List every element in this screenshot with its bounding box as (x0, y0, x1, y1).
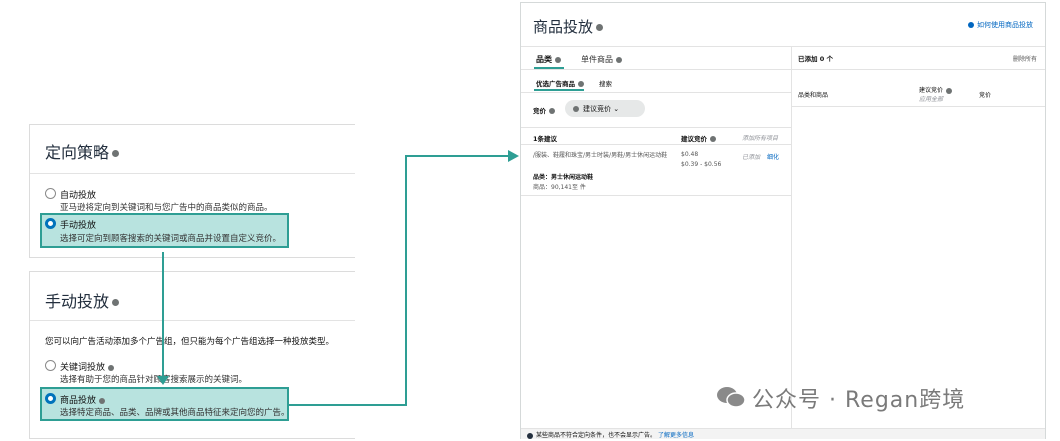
auto-targeting-radio[interactable] (45, 188, 56, 199)
connector-line-horizontal (289, 404, 406, 406)
suggestion-path: /服装、鞋履和珠宝/男士时装/男鞋/男士休闲运动鞋 (533, 152, 668, 159)
info-icon[interactable] (112, 150, 120, 157)
manual-targeting-intro: 您可以向广告活动添加多个广告组，但只能为每个广告组选择一种投放类型。 (45, 337, 335, 347)
manual-targeting-radio[interactable] (45, 218, 56, 229)
panel-title: 定向策略 (45, 139, 120, 163)
footer-bar: 某些商品不符合定向条件，也不会显示广告。 了解更多信息 (521, 428, 1045, 439)
connector-line-up (405, 155, 407, 406)
apply-all-link[interactable]: 应用全部 (919, 94, 943, 103)
add-all-button[interactable]: 添加所有项目 (742, 133, 778, 142)
connector-line-right (405, 155, 510, 157)
subtab-search[interactable]: 搜索 (599, 78, 612, 88)
suggested-bid-range: $0.39 - $0.56 (681, 161, 722, 168)
manual-targeting-panel: 手动投放 您可以向广告活动添加多个广告组，但只能为每个广告组选择一种投放类型。 … (29, 271, 355, 439)
targeting-strategy-title: 定向策略 (45, 143, 110, 162)
keyword-targeting-radio[interactable] (45, 360, 56, 371)
help-link[interactable]: 如何使用商品投放 (968, 20, 1033, 30)
product-targeting-window: 商品投放 如何使用商品投放 品类 单件商品 优选广告商品 搜索 竞价 建议竞价 … (520, 2, 1046, 439)
bid-select[interactable]: 建议竞价 ⌄ (565, 100, 645, 117)
divider (30, 320, 355, 321)
suggestion-products: 商品：90,141至 件 (533, 184, 586, 191)
manual-targeting-title: 手动投放 (45, 292, 110, 311)
header-divider (521, 46, 1045, 47)
footer-note: 某些商品不符合定向条件，也不会显示广告。 了解更多信息 (527, 430, 694, 439)
added-header-divider (791, 69, 1045, 70)
connector-line-vertical (162, 252, 164, 380)
divider (30, 173, 355, 174)
bid-divider (521, 127, 791, 128)
keyword-targeting-label: 关键词投放 (60, 360, 115, 373)
subtabs-divider (521, 92, 791, 93)
manual-targeting-label: 手动投放 (60, 221, 97, 231)
tab-category[interactable]: 品类 (536, 54, 561, 65)
column-divider (791, 46, 792, 428)
watermark-text: 公众号 · Regan跨境 (752, 388, 966, 413)
refine-link[interactable]: 细化 (767, 152, 779, 161)
product-targeting-desc: 选择特定商品、品类、品牌或其他商品特征来定向您的广告。 (60, 408, 290, 418)
auto-targeting-label: 自动投放 (60, 191, 97, 201)
arrow-right-icon (508, 150, 519, 162)
tab-individual-products[interactable]: 单件商品 (581, 54, 622, 65)
suggestion-count: 1条建议 (533, 135, 558, 143)
suggestion-category: 品类：男士休闲运动鞋 (533, 174, 594, 181)
added-count: 已添加 0 个 (798, 55, 834, 63)
suggested-bid-value: $0.48 (681, 151, 699, 158)
tabs-divider (521, 69, 791, 70)
keyword-targeting-desc: 选择有助于您的商品针对顾客搜索展示的关键词。 (60, 375, 248, 385)
remove-all-button[interactable]: 删除所有 (1013, 54, 1037, 63)
manual-targeting-desc: 选择可定向到顾客搜索的关键词或商品并设置自定义竞价。 (60, 234, 282, 244)
subtab-active-underline (534, 89, 584, 91)
added-status: 已添加 (742, 154, 761, 161)
added-col-suggested-bid: 建议竞价 (919, 85, 953, 94)
added-col-category: 品类和商品 (798, 92, 829, 99)
product-targeting-radio[interactable] (45, 393, 56, 404)
learn-more-link[interactable]: 了解更多信息 (658, 432, 694, 439)
panel-title: 手动投放 (45, 288, 120, 312)
window-title: 商品投放 (533, 16, 604, 37)
suggested-bid-header: 建议竞价 (681, 133, 716, 143)
row-divider (521, 195, 791, 196)
arrow-down-icon (157, 376, 169, 385)
bid-label: 竞价 (533, 105, 555, 115)
product-targeting-label: 商品投放 (60, 393, 106, 406)
table-header-divider (521, 144, 791, 145)
added-col-bid: 竞价 (979, 92, 992, 99)
added-cols-divider (791, 106, 1045, 107)
auto-targeting-desc: 亚马逊将定向到关键词和与您广告中的商品类似的商品。 (60, 203, 273, 213)
wechat-icon (717, 387, 746, 408)
targeting-strategy-panel: 定向策略 自动投放 亚马逊将定向到关键词和与您广告中的商品类似的商品。 手动投放… (29, 124, 355, 258)
info-icon[interactable] (112, 299, 120, 306)
subtab-suggested[interactable]: 优选广告商品 (536, 78, 584, 88)
